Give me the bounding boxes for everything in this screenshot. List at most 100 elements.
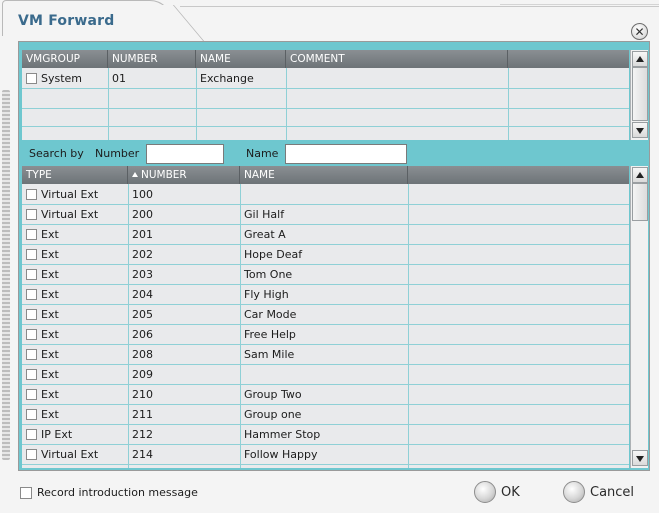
record-intro-checkbox[interactable] <box>20 487 32 499</box>
column-header-type[interactable]: TYPE <box>22 166 128 184</box>
name-cell: Great A <box>244 228 286 241</box>
number-cell: 100 <box>132 188 153 201</box>
sort-ascending-icon <box>132 172 138 177</box>
dialog-title: VM Forward <box>18 13 115 29</box>
type-cell: IP Ext <box>41 428 73 441</box>
vmgroup-table: VMGROUP NUMBER NAME COMMENT System 01 Ex… <box>22 50 629 140</box>
type-cell: Virtual Ext <box>41 208 99 221</box>
number-cell: 212 <box>132 428 153 441</box>
close-icon[interactable]: ✕ <box>631 23 648 40</box>
scroll-down-button[interactable] <box>632 122 648 138</box>
row-checkbox[interactable] <box>26 429 37 440</box>
number-cell: 209 <box>132 368 153 381</box>
column-header-vmgroup[interactable]: VMGROUP <box>22 50 108 68</box>
row-checkbox[interactable] <box>26 289 37 300</box>
type-cell: Ext <box>41 328 59 341</box>
row-checkbox[interactable] <box>26 349 37 360</box>
number-cell: 214 <box>132 448 153 461</box>
number-cell: 203 <box>132 268 153 281</box>
chevron-up-icon <box>636 172 644 178</box>
search-number-label: Number <box>95 147 140 160</box>
type-cell: Ext <box>41 348 59 361</box>
name-cell: Group Two <box>244 388 302 401</box>
column-header-comment[interactable]: COMMENT <box>286 50 508 68</box>
number-cell: 206 <box>132 328 153 341</box>
column-header-name[interactable]: NAME <box>196 50 286 68</box>
row-checkbox[interactable] <box>26 249 37 260</box>
ok-round-icon <box>474 481 496 503</box>
top-divider-secondary <box>500 4 659 5</box>
vm-forward-dialog: VM Forward ✕ VMGROUP NUMBER NAME COMMENT… <box>0 0 659 513</box>
top-divider <box>180 6 659 7</box>
extension-table: TYPE NUMBER NAME Virtual Ext 100 Virtual E… <box>22 166 629 468</box>
name-cell: Car Mode <box>244 308 297 321</box>
scroll-thumb[interactable] <box>632 67 648 121</box>
scroll-thumb[interactable] <box>632 183 648 221</box>
column-header-number[interactable]: NUMBER <box>128 166 240 184</box>
name-cell: Gil Half <box>244 208 285 221</box>
vmgroup-cell: System <box>41 72 83 85</box>
name-cell: Follow Happy <box>244 448 318 461</box>
chevron-up-icon <box>636 56 644 62</box>
search-number-input[interactable] <box>146 144 224 164</box>
type-cell: Ext <box>41 388 59 401</box>
resize-grip[interactable] <box>2 90 10 460</box>
name-cell: Fly High <box>244 288 289 301</box>
number-cell: 204 <box>132 288 153 301</box>
type-cell: Ext <box>41 268 59 281</box>
record-intro-label: Record introduction message <box>37 486 198 499</box>
name-cell: Free Help <box>244 328 296 341</box>
chevron-down-icon <box>636 456 644 462</box>
type-cell: Ext <box>41 288 59 301</box>
cancel-button[interactable]: Cancel <box>563 480 634 504</box>
type-cell: Ext <box>41 408 59 421</box>
search-name-input[interactable] <box>285 144 407 164</box>
type-cell: Ext <box>41 308 59 321</box>
extension-scrollbar[interactable] <box>630 166 648 468</box>
row-checkbox[interactable] <box>26 309 37 320</box>
number-cell: 208 <box>132 348 153 361</box>
name-cell: Sam Mile <box>244 348 295 361</box>
row-checkbox[interactable] <box>26 449 37 460</box>
grid-line <box>22 108 629 109</box>
chevron-down-icon <box>636 128 644 134</box>
name-cell: Group one <box>244 408 302 421</box>
number-cell: 200 <box>132 208 153 221</box>
ok-label: OK <box>501 484 520 500</box>
type-cell: Virtual Ext <box>41 448 99 461</box>
row-checkbox[interactable] <box>26 389 37 400</box>
grid-line <box>508 68 509 140</box>
cancel-label: Cancel <box>590 484 635 500</box>
grid-line <box>22 464 629 465</box>
column-header-number[interactable]: NUMBER <box>108 50 196 68</box>
row-checkbox[interactable] <box>26 189 37 200</box>
ok-button[interactable]: OK <box>474 480 520 504</box>
row-checkbox[interactable] <box>26 369 37 380</box>
grid-line <box>22 126 629 127</box>
column-header-blank <box>508 50 629 68</box>
name-cell: Hope Deaf <box>244 248 303 261</box>
scroll-up-button[interactable] <box>632 167 648 183</box>
row-checkbox[interactable] <box>26 409 37 420</box>
comment-cell <box>286 69 508 88</box>
row-checkbox[interactable] <box>26 209 37 220</box>
extension-table-header: TYPE NUMBER NAME <box>22 166 629 184</box>
row-checkbox[interactable] <box>26 269 37 280</box>
row-checkbox[interactable] <box>26 73 37 84</box>
row-checkbox[interactable] <box>26 229 37 240</box>
cancel-round-icon <box>563 481 585 503</box>
type-cell: Ext <box>41 248 59 261</box>
name-cell <box>240 365 408 384</box>
scroll-down-button[interactable] <box>632 450 648 466</box>
number-cell: 201 <box>132 228 153 241</box>
name-cell: Tom One <box>244 268 293 281</box>
type-cell: Ext <box>41 368 59 381</box>
search-by-label: Search by <box>29 147 84 160</box>
scroll-up-button[interactable] <box>632 51 648 67</box>
vmgroup-scrollbar[interactable] <box>630 50 648 140</box>
number-cell: 202 <box>132 248 153 261</box>
column-header-number-label: NUMBER <box>141 169 187 181</box>
row-checkbox[interactable] <box>26 329 37 340</box>
column-header-name[interactable]: NAME <box>240 166 408 184</box>
number-cell: 205 <box>132 308 153 321</box>
